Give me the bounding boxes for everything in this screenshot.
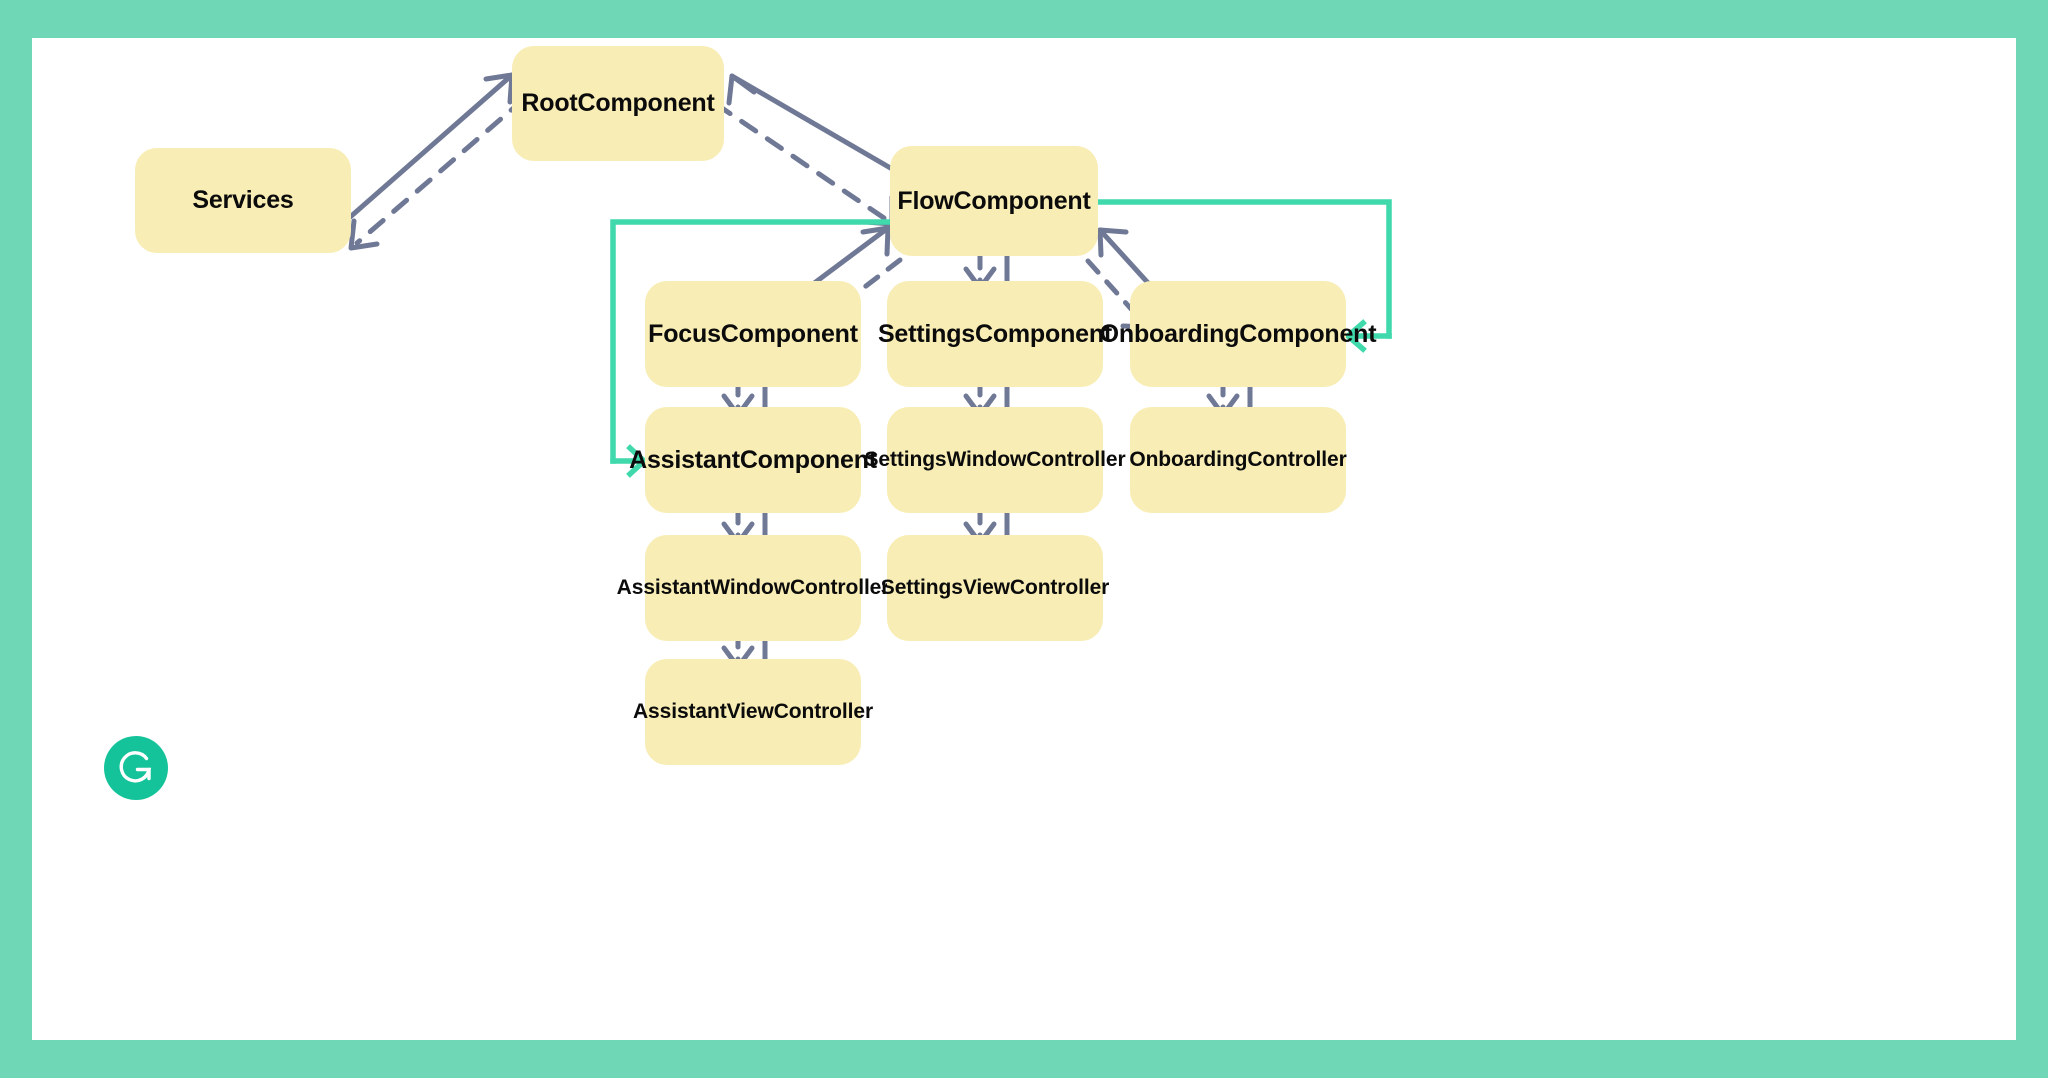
node-label: OnboardingController: [1129, 448, 1347, 471]
node-label: RootComponent: [521, 89, 715, 117]
node-assistant-view-controller[interactable]: AssistantViewController: [633, 659, 873, 765]
node-label: SettingsViewController: [880, 576, 1110, 599]
node-label: Services: [192, 186, 294, 214]
node-label: OnboardingComponent: [1099, 319, 1377, 348]
edge-root-to-services-head: [348, 218, 380, 251]
node-settings-component[interactable]: SettingsComponent: [878, 281, 1112, 387]
edge-root-to-services: [354, 96, 527, 246]
node-root-component[interactable]: RootComponent: [512, 46, 724, 161]
node-services[interactable]: Services: [135, 148, 351, 253]
diagram-page: Services RootComponent FlowComponent Foc…: [0, 0, 2048, 1078]
node-focus-component[interactable]: FocusComponent: [645, 281, 861, 387]
node-assistant-window-controller[interactable]: AssistantWindowController: [617, 535, 889, 641]
node-settings-view-controller[interactable]: SettingsViewController: [881, 535, 1109, 641]
node-settings-window-controller[interactable]: SettingsWindowController: [864, 407, 1126, 513]
node-onboarding-component[interactable]: OnboardingComponent: [1100, 281, 1377, 387]
node-label: SettingsComponent: [877, 319, 1113, 348]
node-onboarding-controller[interactable]: OnboardingController: [1129, 407, 1347, 513]
edge-root-to-flow-head: [863, 194, 895, 227]
node-label: AssistantWindowController: [616, 576, 890, 599]
node-label: FlowComponent: [897, 186, 1091, 215]
grammarly-logo: [104, 736, 168, 800]
node-label: FocusComponent: [648, 319, 858, 348]
diagram-canvas: Services RootComponent FlowComponent Foc…: [32, 38, 2016, 1040]
node-label: AssistantViewController: [632, 700, 874, 723]
node-flow-component[interactable]: FlowComponent: [890, 146, 1098, 256]
edge-root-to-flow: [713, 101, 887, 221]
node-assistant-component[interactable]: AssistantComponent: [629, 407, 877, 513]
node-label: SettingsWindowController: [864, 448, 1126, 471]
node-label: AssistantComponent: [629, 445, 877, 474]
edge-services-to-root: [346, 72, 515, 221]
